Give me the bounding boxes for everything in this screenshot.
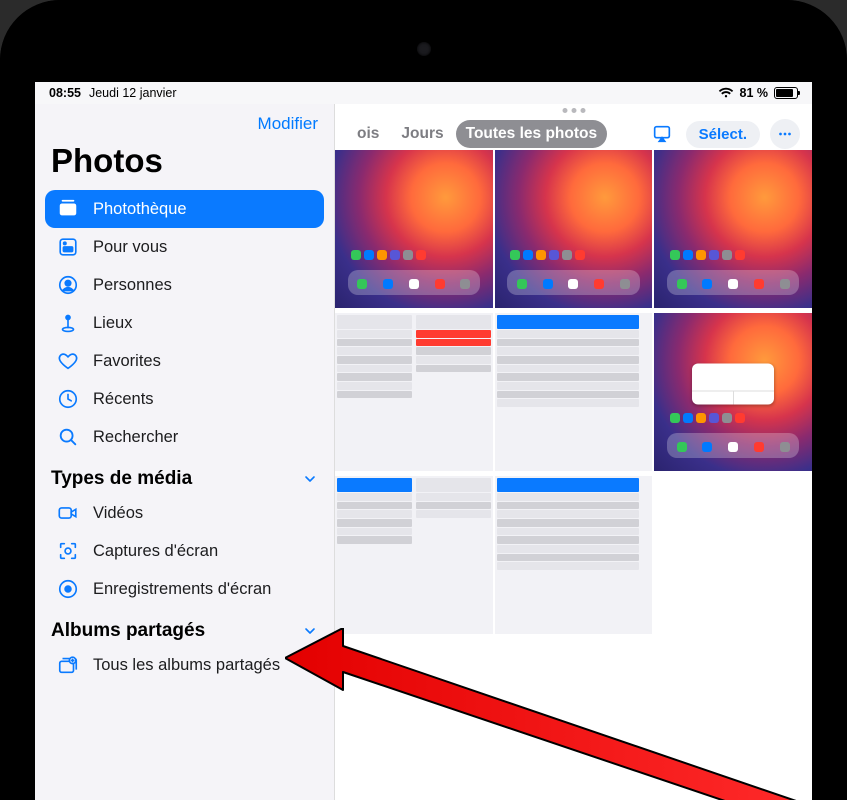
- photo-thumb[interactable]: [495, 313, 653, 471]
- status-bar: 08:55 Jeudi 12 janvier 81 %: [35, 82, 812, 104]
- content-header: ois Jours Toutes les photos Sélect.: [335, 104, 812, 150]
- library-icon: [57, 198, 79, 220]
- section-shared-albums[interactable]: Albums partagés: [35, 608, 334, 646]
- sidebar-item-label: Enregistrements d'écran: [93, 580, 271, 599]
- multitask-dots[interactable]: [562, 108, 585, 113]
- wifi-icon: [718, 87, 734, 99]
- sidebar-item-people[interactable]: Personnes: [45, 266, 324, 304]
- sidebar-item-label: Rechercher: [93, 428, 178, 447]
- status-time: 08:55: [49, 86, 81, 100]
- battery-icon: [774, 87, 798, 99]
- sidebar-item-videos[interactable]: Vidéos: [45, 494, 324, 532]
- people-icon: [57, 274, 79, 296]
- photo-thumb[interactable]: [654, 150, 812, 308]
- sidebar-title: Photos: [35, 138, 334, 190]
- video-icon: [57, 502, 79, 524]
- sidebar-item-search[interactable]: Rechercher: [45, 418, 324, 456]
- section-label: Albums partagés: [51, 620, 205, 642]
- places-icon: [57, 312, 79, 334]
- photo-thumb[interactable]: [335, 150, 493, 308]
- sidebar-item-library[interactable]: Photothèque: [45, 190, 324, 228]
- section-media-types[interactable]: Types de média: [35, 456, 334, 494]
- sidebar-media-list: Vidéos Captures d'écran Enregistrements …: [35, 494, 334, 608]
- photo-thumb-empty: [495, 639, 653, 797]
- sidebar-item-label: Pour vous: [93, 238, 167, 257]
- edit-button[interactable]: Modifier: [258, 114, 318, 134]
- screen: 08:55 Jeudi 12 janvier 81 % Modifier Pho…: [35, 82, 812, 800]
- photo-thumb-empty: [654, 639, 812, 797]
- sidebar-item-label: Captures d'écran: [93, 542, 218, 561]
- status-date: Jeudi 12 janvier: [89, 86, 177, 100]
- sidebar-main-list: Photothèque Pour vous Personnes: [35, 190, 334, 456]
- select-button[interactable]: Sélect.: [686, 121, 760, 148]
- segment-months[interactable]: ois: [347, 120, 389, 148]
- photo-thumb[interactable]: [335, 476, 493, 634]
- segment-all-photos[interactable]: Toutes les photos: [456, 120, 607, 148]
- photo-thumb[interactable]: [495, 476, 653, 634]
- sidebar-item-all-shared[interactable]: Tous les albums partagés: [45, 646, 324, 684]
- more-button[interactable]: [770, 119, 800, 149]
- sidebar-item-favorites[interactable]: Favorites: [45, 342, 324, 380]
- ipad-device-frame: 08:55 Jeudi 12 janvier 81 % Modifier Pho…: [0, 0, 847, 800]
- sidebar-item-recents[interactable]: Récents: [45, 380, 324, 418]
- clock-icon: [57, 388, 79, 410]
- sidebar: Modifier Photos Photothèque Pour v: [35, 104, 335, 800]
- sidebar-item-label: Tous les albums partagés: [93, 656, 280, 675]
- segment-days[interactable]: Jours: [391, 120, 453, 148]
- shared-albums-icon: [57, 654, 79, 676]
- status-battery-text: 81 %: [740, 86, 769, 100]
- sidebar-item-screenshots[interactable]: Captures d'écran: [45, 532, 324, 570]
- photo-grid[interactable]: [335, 150, 812, 800]
- sidebar-shared-list: Tous les albums partagés: [35, 646, 334, 684]
- sidebar-item-label: Photothèque: [93, 200, 187, 219]
- photo-thumb[interactable]: [654, 313, 812, 471]
- sidebar-item-places[interactable]: Lieux: [45, 304, 324, 342]
- photo-thumb[interactable]: [495, 150, 653, 308]
- for-you-icon: [57, 236, 79, 258]
- content-area: ois Jours Toutes les photos Sélect.: [335, 104, 812, 800]
- sidebar-item-screen-recordings[interactable]: Enregistrements d'écran: [45, 570, 324, 608]
- photo-thumb-empty: [335, 639, 493, 797]
- chevron-down-icon: [302, 471, 318, 487]
- sidebar-item-label: Vidéos: [93, 504, 143, 523]
- sidebar-item-label: Lieux: [93, 314, 132, 333]
- section-label: Types de média: [51, 468, 192, 490]
- front-camera: [417, 42, 431, 56]
- photo-thumb-empty: [654, 476, 812, 634]
- chevron-down-icon: [302, 623, 318, 639]
- cast-button[interactable]: [648, 120, 676, 148]
- sidebar-item-label: Récents: [93, 390, 154, 409]
- record-icon: [57, 578, 79, 600]
- heart-icon: [57, 350, 79, 372]
- photo-thumb[interactable]: [335, 313, 493, 471]
- sidebar-item-for-you[interactable]: Pour vous: [45, 228, 324, 266]
- search-icon: [57, 426, 79, 448]
- screenshot-icon: [57, 540, 79, 562]
- time-segmented-control: ois Jours Toutes les photos: [347, 120, 607, 148]
- sidebar-item-label: Favorites: [93, 352, 161, 371]
- sidebar-item-label: Personnes: [93, 276, 172, 295]
